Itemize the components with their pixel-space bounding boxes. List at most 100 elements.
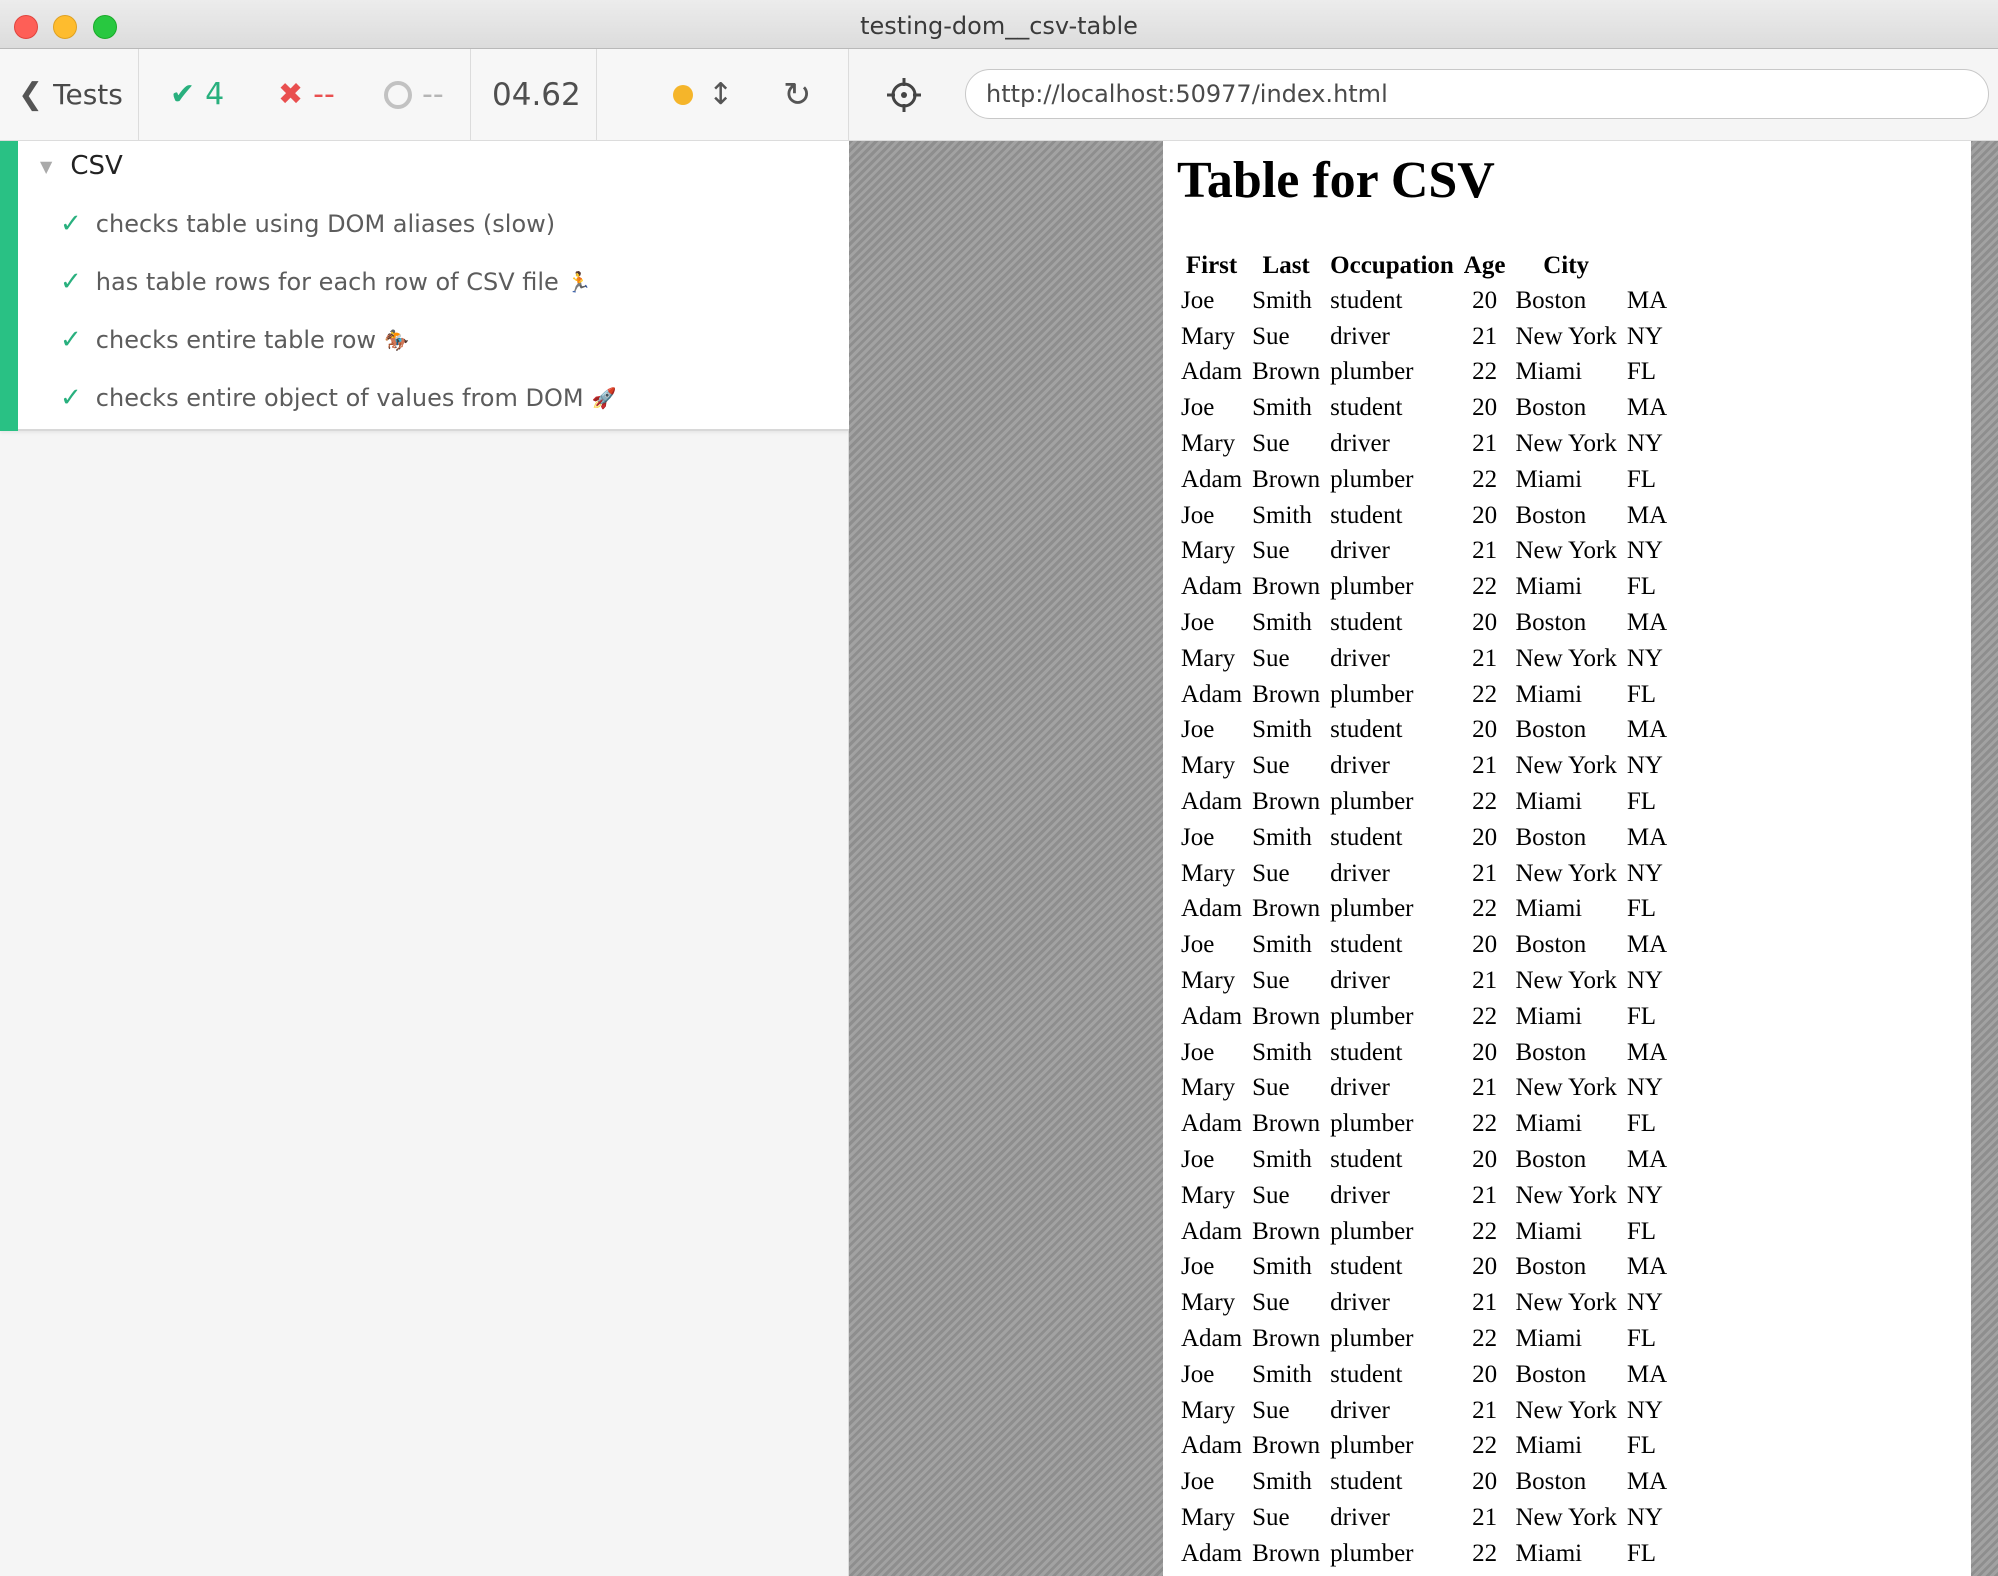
table-cell: Adam	[1181, 1325, 1243, 1352]
table-cell: Boston	[1515, 501, 1587, 529]
vertical-arrows-icon: ↕	[708, 77, 734, 112]
table-cell: plumber	[1330, 358, 1414, 386]
table-row: Mary Sue driver 21 New York NY	[1177, 535, 1671, 569]
tests-back-button[interactable]: ❮ Tests	[18, 49, 123, 140]
table-cell: 21	[1472, 430, 1498, 458]
table-cell: 20	[1472, 1146, 1498, 1174]
test-label: checks table using DOM aliases (slow)	[95, 210, 556, 238]
table-cell: plumber	[1330, 1002, 1414, 1030]
table-row: Mary Sue driver 21 New York NY	[1177, 1394, 1671, 1428]
table-cell: Brown	[1252, 895, 1321, 923]
table-cell: plumber	[1330, 788, 1414, 816]
table-cell: Sue	[1252, 1074, 1290, 1102]
table-cell: Sue	[1252, 1396, 1290, 1424]
table-cell: FL	[1626, 465, 1657, 493]
table-cell: FL	[1626, 1325, 1657, 1352]
table-cell: Miami	[1515, 1002, 1583, 1030]
table-row: Joe Smith student 20 Boston MA	[1177, 284, 1671, 318]
table-cell: Brown	[1252, 788, 1321, 816]
table-cell: plumber	[1330, 1325, 1414, 1352]
table-cell: plumber	[1330, 1539, 1414, 1567]
table-cell: 22	[1472, 465, 1498, 493]
table-cell: driver	[1330, 322, 1390, 350]
table-row: Adam Brown plumber 22 Miami FL	[1177, 893, 1671, 927]
url-bar[interactable]: http://localhost:50977/index.html	[965, 69, 1989, 119]
status-dot-icon	[673, 84, 693, 105]
table-cell: MA	[1626, 1468, 1668, 1496]
table-row: Joe Smith student 20 Boston MA	[1177, 1358, 1671, 1392]
test-item[interactable]: ✓ has table rows for each row of CSV fil…	[60, 267, 592, 297]
table-cell: Miami	[1515, 788, 1583, 816]
table-cell: NY	[1626, 752, 1663, 780]
table-cell: Mary	[1181, 1503, 1236, 1531]
table-cell: NY	[1626, 967, 1663, 995]
table-cell: MA	[1626, 394, 1668, 422]
table-cell: Adam	[1181, 1217, 1243, 1245]
table-cell: NY	[1626, 1074, 1663, 1102]
table-cell: New York	[1515, 967, 1617, 995]
table-cell: Miami	[1515, 1539, 1583, 1567]
table-cell: NY	[1626, 537, 1663, 565]
chevron-left-icon: ❮	[18, 77, 44, 112]
table-cell: 21	[1472, 322, 1498, 350]
reporter-panel: ▼ CSV ✓ checks table using DOM aliases (…	[0, 141, 849, 1576]
test-label: checks entire table row	[95, 326, 377, 354]
table-cell: 22	[1472, 1432, 1498, 1460]
test-label: checks entire object of values from DOM	[95, 384, 584, 412]
table-cell: New York	[1515, 752, 1617, 780]
table-cell: 21	[1472, 1396, 1498, 1424]
table-cell: NY	[1626, 430, 1663, 458]
table-cell: Sue	[1252, 430, 1290, 458]
table-cell: 20	[1472, 1038, 1498, 1066]
table-row: Mary Sue driver 21 New York NY	[1177, 1179, 1671, 1213]
table-cell: New York	[1515, 1074, 1617, 1102]
table-cell: 20	[1472, 1253, 1498, 1281]
table-cell: Boston	[1515, 609, 1587, 637]
restart-button[interactable]: ↻	[783, 49, 812, 140]
table-cell: New York	[1515, 537, 1617, 565]
table-cell: Boston	[1515, 1146, 1587, 1174]
table-cell: student	[1330, 609, 1403, 637]
table-row: Adam Brown plumber 22 Miami FL	[1177, 785, 1671, 819]
table-cell: Brown	[1252, 573, 1321, 601]
table-cell: Joe	[1181, 1038, 1215, 1066]
table-cell: Joe	[1181, 609, 1215, 637]
table-cell: driver	[1330, 859, 1390, 887]
table-cell: Brown	[1252, 358, 1321, 386]
table-cell: 22	[1472, 1110, 1498, 1138]
table-cell: NY	[1626, 644, 1663, 672]
selector-playground-button[interactable]	[884, 75, 924, 115]
table-cell: Boston	[1515, 394, 1587, 422]
table-cell: Boston	[1515, 1360, 1587, 1388]
table-cell: Miami	[1515, 680, 1583, 708]
table-row: Adam Brown plumber 22 Miami FL	[1177, 1000, 1671, 1034]
table-cell: Mary	[1181, 644, 1236, 672]
table-cell: Adam	[1181, 1002, 1243, 1030]
table-cell: student	[1330, 286, 1403, 314]
failed-stat: ✖ --	[278, 49, 335, 140]
table-cell: MA	[1626, 1253, 1668, 1281]
table-cell: Joe	[1181, 716, 1215, 744]
table-cell: Adam	[1181, 788, 1243, 816]
suite-title[interactable]: ▼ CSV	[40, 151, 123, 181]
table-row: Joe Smith student 20 Boston MA	[1177, 499, 1671, 533]
table-cell: Boston	[1515, 1253, 1587, 1281]
table-cell: Mary	[1181, 1074, 1236, 1102]
table-cell: plumber	[1330, 1110, 1414, 1138]
table-cell: Boston	[1515, 1038, 1587, 1066]
aut-header: http://localhost:50977/index.html	[849, 49, 1998, 141]
check-icon: ✔	[170, 77, 196, 112]
test-item[interactable]: ✓ checks entire table row 🏇	[60, 325, 409, 355]
auto-scroll-toggle[interactable]: ↕	[708, 49, 733, 140]
table-cell: NY	[1626, 1396, 1663, 1424]
table-cell: New York	[1515, 644, 1617, 672]
table-cell: plumber	[1330, 895, 1414, 923]
table-cell: Smith	[1252, 286, 1312, 314]
test-item[interactable]: ✓ checks table using DOM aliases (slow)	[60, 209, 555, 239]
table-cell: Sue	[1252, 1181, 1290, 1209]
table-cell: Mary	[1181, 1396, 1236, 1424]
table-cell: plumber	[1330, 573, 1414, 601]
table-row: Joe Smith student 20 Boston MA	[1177, 1036, 1671, 1070]
table-cell: Adam	[1181, 573, 1243, 601]
test-item[interactable]: ✓ checks entire object of values from DO…	[60, 383, 616, 413]
